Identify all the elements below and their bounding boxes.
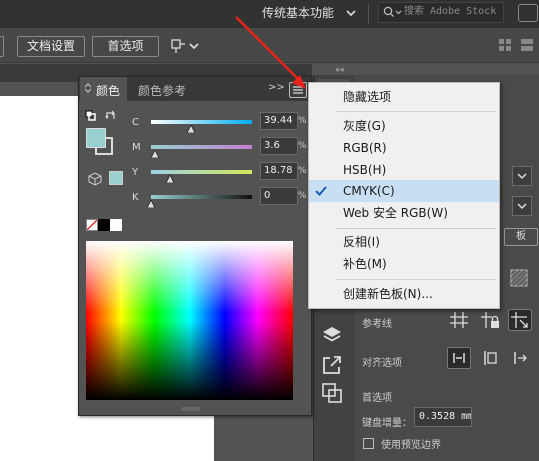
slider-c-thumb[interactable] xyxy=(186,125,195,133)
snap-point-icon xyxy=(453,353,465,363)
menu-separator xyxy=(336,111,496,112)
menu-item-hsb[interactable]: HSB(H) xyxy=(309,159,499,181)
annotation-arrow xyxy=(235,16,306,89)
menu-separator xyxy=(336,228,496,229)
slider-m-thumb[interactable] xyxy=(150,150,159,158)
slider-c-value[interactable]: 39.44 xyxy=(260,112,298,130)
menu-item-create-swatch[interactable]: 创建新色板(N)... xyxy=(309,283,499,305)
slider-c-label: C xyxy=(132,117,139,128)
window-control-button[interactable] xyxy=(518,4,538,22)
slider-k-label: K xyxy=(132,192,139,203)
swap-fill-stroke-icon[interactable] xyxy=(105,110,117,122)
snap-to-point-button[interactable] xyxy=(447,347,471,369)
slider-c-unit: % xyxy=(298,116,307,126)
menu-separator xyxy=(336,279,496,280)
tab-color-guide[interactable]: 颜色参考 xyxy=(138,82,186,99)
checkmark-icon xyxy=(315,186,327,196)
white-swatch[interactable] xyxy=(110,219,122,231)
control-bar-edge-button[interactable] xyxy=(0,36,4,57)
chevron-down-icon[interactable] xyxy=(345,6,357,20)
snap-glyph-icon xyxy=(514,352,527,364)
distribute-grid-icon[interactable] xyxy=(520,38,534,52)
menu-item-complement[interactable]: 补色(M) xyxy=(309,253,499,275)
guides-label: 参考线 xyxy=(362,319,392,330)
document-setup-button[interactable]: 文档设置 xyxy=(17,36,85,57)
menu-item-cmyk[interactable]: CMYK(C) xyxy=(309,180,499,202)
slider-k-value[interactable]: 0 xyxy=(260,187,298,205)
lock-guides-button[interactable] xyxy=(478,309,502,331)
slider-y-unit: % xyxy=(298,166,307,176)
asset-export-icon[interactable] xyxy=(320,353,344,377)
none-swatch-icon[interactable] xyxy=(86,219,98,231)
transparency-grid-icon[interactable] xyxy=(510,269,528,287)
fill-swatch[interactable] xyxy=(86,128,106,148)
arrange-documents-icon[interactable] xyxy=(168,37,204,55)
out-of-web-gamut-icon[interactable] xyxy=(88,172,102,186)
tab-collapse-icon[interactable] xyxy=(84,83,92,93)
preview-bounds-checkbox[interactable] xyxy=(363,438,374,449)
properties-button[interactable]: 板 xyxy=(504,228,538,246)
align-options-label: 对齐选项 xyxy=(362,358,402,369)
web-safe-swatch[interactable] xyxy=(109,171,123,185)
pathfinder-icon[interactable] xyxy=(320,381,344,405)
guides-icon xyxy=(450,312,468,328)
snap-guides-icon xyxy=(511,312,528,328)
slider-y-label: Y xyxy=(132,167,139,178)
keyboard-increment-field[interactable]: 0.3528 mm xyxy=(414,407,472,427)
black-swatch[interactable] xyxy=(98,219,110,231)
dock-collapse-button[interactable]: «« xyxy=(335,65,347,75)
snap-to-glyph-button[interactable] xyxy=(508,347,532,369)
properties-dropdown[interactable] xyxy=(512,166,532,186)
chevron-down-icon xyxy=(517,203,527,210)
color-spectrum[interactable] xyxy=(86,241,293,400)
slider-y-track[interactable] xyxy=(151,170,252,174)
slider-y-thumb[interactable] xyxy=(165,175,174,183)
search-input[interactable]: 搜索 Adobe Stock xyxy=(404,3,504,21)
default-fill-stroke-icon[interactable] xyxy=(85,110,97,122)
lock-guides-icon xyxy=(481,312,499,328)
slider-y-value[interactable]: 18.78 xyxy=(260,162,298,180)
search-icon[interactable] xyxy=(382,5,404,20)
snap-to-guides-button[interactable] xyxy=(508,309,532,331)
panel-resize-grip-icon[interactable] xyxy=(180,407,202,412)
show-guides-button[interactable] xyxy=(447,309,471,331)
menu-item-grayscale[interactable]: 灰度(G) xyxy=(309,115,499,137)
chevron-down-icon xyxy=(517,173,527,180)
preferences-button[interactable]: 首选项 xyxy=(92,36,159,57)
snap-pixel-icon xyxy=(484,351,497,365)
tab-color-label[interactable]: 颜色 xyxy=(96,82,120,99)
menu-item-rgb[interactable]: RGB(R) xyxy=(309,137,499,159)
slider-m-track[interactable] xyxy=(151,145,252,149)
slider-k-track[interactable] xyxy=(151,195,252,199)
menu-item-web-safe-rgb[interactable]: Web 安全 RGB(W) xyxy=(309,202,499,224)
preview-bounds-label: 使用预览边界 xyxy=(381,440,441,451)
slider-k-unit: % xyxy=(298,191,307,201)
layers-icon[interactable] xyxy=(320,323,344,347)
snap-to-pixel-button[interactable] xyxy=(478,347,502,369)
slider-m-value[interactable]: 3.6 xyxy=(260,137,298,155)
slider-c-track[interactable] xyxy=(151,120,252,124)
slider-k-thumb[interactable] xyxy=(147,200,155,208)
keyboard-increment-label: 键盘增量： xyxy=(362,418,412,429)
toolbar-divider xyxy=(368,4,369,24)
menu-item-invert[interactable]: 反相(I) xyxy=(309,231,499,253)
menu-item-hide-options[interactable]: 隐藏选项 xyxy=(309,86,499,108)
properties-dropdown[interactable] xyxy=(512,196,532,216)
preferences-heading: 首选项 xyxy=(362,393,392,404)
slider-m-label: M xyxy=(132,142,141,153)
align-grid-icon[interactable] xyxy=(498,38,512,52)
slider-m-unit: % xyxy=(298,141,307,151)
